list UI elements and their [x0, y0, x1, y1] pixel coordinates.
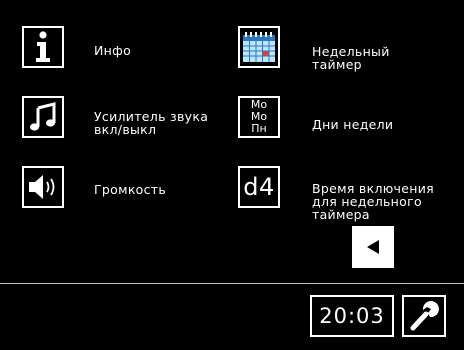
d4-icon: d4: [243, 173, 275, 201]
music-note-icon: [30, 102, 56, 131]
volume-label: Громкость: [94, 182, 167, 197]
sound-amp-button[interactable]: [22, 96, 64, 138]
wrench-icon: [410, 301, 439, 331]
volume-button[interactable]: [22, 166, 64, 208]
weekly-timer-button[interactable]: [238, 26, 280, 68]
weekdays-icon: Мо Мо Пн: [251, 99, 267, 135]
back-button[interactable]: [352, 226, 394, 268]
weekly-timer-label: Недельный таймер: [312, 44, 390, 72]
weekdays-label: Дни недели: [312, 117, 394, 132]
clock-display[interactable]: 20:03: [310, 295, 394, 337]
start-time-label: Время включения для недельного таймера: [312, 181, 434, 222]
start-time-button[interactable]: d4: [238, 166, 280, 208]
weekdays-icon-line: Пн: [251, 122, 267, 135]
calendar-icon: [243, 32, 275, 62]
info-button[interactable]: [22, 26, 64, 68]
arrow-left-icon: [367, 240, 379, 254]
info-icon: [36, 31, 50, 62]
divider: [0, 283, 464, 284]
info-label: Инфо: [94, 43, 132, 58]
speaker-icon: [29, 175, 55, 199]
weekdays-button[interactable]: Мо Мо Пн: [238, 96, 280, 138]
settings-button[interactable]: [402, 295, 446, 337]
sound-amp-label: Усилитель звука вкл/выкл: [94, 109, 209, 137]
